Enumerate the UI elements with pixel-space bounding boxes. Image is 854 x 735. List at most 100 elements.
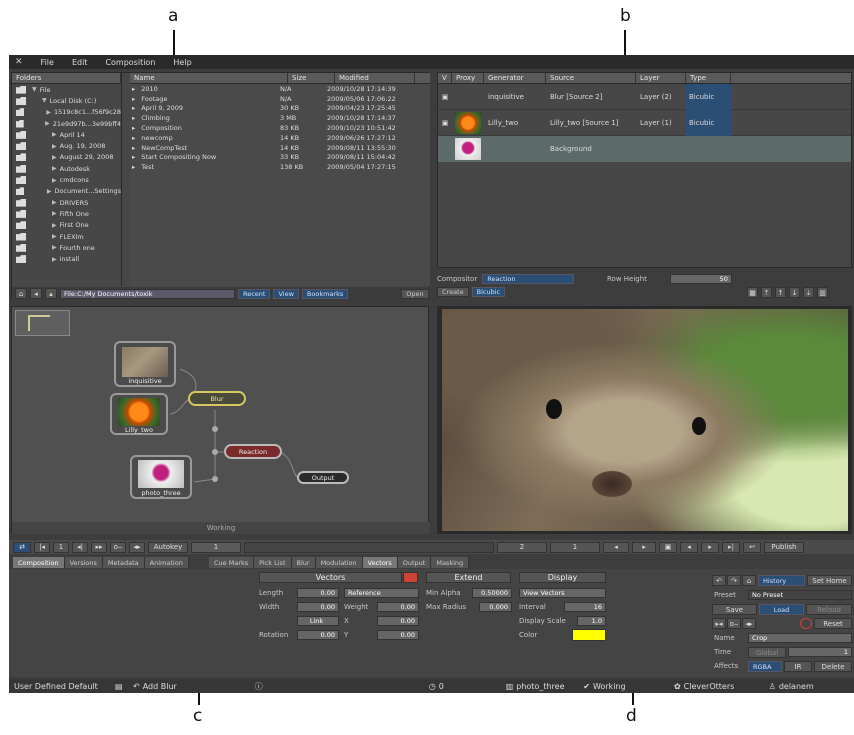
visibility-icon[interactable]: ▣	[438, 119, 452, 127]
expand-icon[interactable]: ▶	[52, 131, 57, 138]
prev-key-icon[interactable]: ◂|	[72, 541, 88, 553]
layer-row-background[interactable]: Background	[438, 136, 851, 162]
current-frame-field[interactable]: 1	[191, 541, 241, 553]
file-row[interactable]: ▸ 2010 N/A 2009/10/28 17:14:39	[130, 84, 430, 94]
folder-item[interactable]: ▶ install	[12, 253, 121, 264]
create-button[interactable]: Create	[437, 287, 469, 297]
recent-button[interactable]: Recent	[238, 288, 271, 299]
file-row[interactable]: ▸ Footage N/A 2009/05/06 17:06:22	[130, 94, 430, 104]
back-icon[interactable]: ◂	[30, 288, 42, 299]
layer-grid-icon[interactable]: ▦	[747, 287, 758, 298]
col-generator[interactable]: Generator	[484, 73, 546, 83]
global-toggle[interactable]: Global	[748, 647, 786, 658]
folder-item[interactable]: ▶ 21e9d97b...3e99bff4	[12, 118, 121, 129]
color-swatch[interactable]	[572, 629, 606, 641]
set-home-button[interactable]: Set Home	[807, 575, 852, 586]
layer-type[interactable]: Bicubic	[686, 109, 731, 136]
col-name[interactable]: Name	[130, 73, 288, 83]
row-height-field[interactable]: 50	[669, 274, 732, 284]
play-icon[interactable]: ▸	[632, 541, 656, 553]
col-proxy[interactable]: Proxy	[452, 73, 484, 83]
fit-icon[interactable]: ▸◂	[712, 618, 726, 629]
expand-icon[interactable]: ▶	[52, 222, 57, 229]
folder-item[interactable]: ▶ DRIVERS	[12, 197, 121, 208]
menu-help[interactable]: Help	[173, 58, 191, 67]
tab-output[interactable]: Output	[397, 557, 432, 568]
file-row[interactable]: ▸ April 9, 2009 30 KB 2009/04/23 17:25:45	[130, 104, 430, 114]
expand-icon[interactable]: ▶	[52, 177, 57, 184]
expand-icon[interactable]: ▶	[52, 233, 57, 240]
max-radius-field[interactable]: 0.000	[479, 602, 512, 612]
weight-field[interactable]: 0.00	[377, 602, 419, 612]
view-vectors-dropdown[interactable]: View Vectors	[519, 588, 606, 598]
undo-add-icon[interactable]: ↶	[133, 682, 140, 691]
reset-button[interactable]: Reset	[814, 618, 852, 629]
folder-item[interactable]: ▶ April 14	[12, 129, 121, 140]
publish-button[interactable]: Publish	[764, 541, 804, 553]
reload-button[interactable]: Reload	[806, 604, 852, 615]
folder-item[interactable]: ▶ cmdcons	[12, 174, 121, 185]
tab-modulation[interactable]: Modulation	[315, 557, 363, 568]
folder-item[interactable]: ▶ 1519c8c1...f56f9c28	[12, 107, 121, 118]
expand-icon[interactable]: ▶	[52, 165, 57, 172]
path-input[interactable]: File:C:/My Documents/toxik	[60, 288, 235, 299]
play-reverse-icon[interactable]: ◂	[603, 541, 629, 553]
load-button[interactable]: Load	[759, 604, 804, 615]
preset-dropdown[interactable]: No Preset	[748, 590, 852, 600]
timeline-slider[interactable]	[244, 541, 494, 553]
layer-type[interactable]: Bicubic	[686, 83, 731, 110]
rotation-field[interactable]: 0.00	[297, 630, 339, 640]
file-row[interactable]: ▸ Climbing 3 MB 2009/10/28 17:14:37	[130, 113, 430, 123]
node-photo-three[interactable]: photo_three	[130, 455, 192, 499]
col-layer[interactable]: Layer	[636, 73, 686, 83]
viewer-panel[interactable]	[437, 306, 852, 534]
bookmarks-button[interactable]: Bookmarks	[301, 288, 349, 299]
file-row[interactable]: ▸ Test 138 KB 2009/05/04 17:27:15	[130, 162, 430, 172]
schematic-panel[interactable]: inquisitive Lilly_two photo_three Blur R…	[11, 306, 430, 534]
start-frame-field[interactable]: 2	[497, 541, 547, 553]
expand-icon[interactable]: ▶	[45, 120, 50, 127]
compositor-dropdown[interactable]: Reaction	[482, 274, 575, 284]
history-button[interactable]: History	[758, 575, 805, 586]
folder-item[interactable]: ▶ Fifth One	[12, 208, 121, 219]
next-key-icon[interactable]: ◂▸	[129, 541, 145, 553]
view-button[interactable]: View	[273, 288, 299, 299]
folder-item[interactable]: ▶ Document...Settings	[12, 186, 121, 197]
expand-icon[interactable]: ▶	[46, 109, 51, 116]
node-inquisitive[interactable]: inquisitive	[114, 341, 176, 387]
file-row[interactable]: ▸ Start Compositing Now 33 KB 2009/08/11 15…	[130, 153, 430, 163]
tab-versions[interactable]: Versions	[64, 557, 103, 568]
col-modified[interactable]: Modified	[335, 73, 415, 83]
link-toggle[interactable]: Link	[297, 616, 339, 626]
end-frame-field[interactable]: 1	[550, 541, 600, 553]
folder-item[interactable]: ▶ Fourth one	[12, 242, 121, 253]
y-field[interactable]: 0.00	[377, 630, 419, 640]
expand-icon[interactable]: ◂▸	[742, 618, 756, 629]
file-row[interactable]: ▸ NewCompTest 14 KB 2009/08/11 13:55:30	[130, 143, 430, 153]
layer-row[interactable]: ▣ inquisitive Blur [Source 2] Layer (2) …	[438, 83, 851, 110]
key-icon[interactable]: o‒	[110, 541, 126, 553]
expand-icon[interactable]: ▼	[42, 97, 47, 104]
tab-pick-list[interactable]: Pick List	[254, 557, 292, 568]
disable-icon[interactable]	[403, 572, 418, 583]
col-source[interactable]: Source	[546, 73, 636, 83]
delete-button[interactable]: Delete	[814, 661, 852, 672]
ir-toggle[interactable]: IR	[784, 661, 812, 672]
autokey-button[interactable]: Autokey	[148, 541, 188, 553]
redo-icon[interactable]: ↷	[727, 575, 741, 586]
save-button[interactable]: Save	[712, 604, 757, 615]
reset-icon[interactable]	[800, 618, 812, 629]
open-button[interactable]: Open	[401, 288, 429, 299]
loop-icon[interactable]: ↩	[743, 541, 761, 553]
home-history-icon[interactable]: ⌂	[742, 575, 756, 586]
bicubic-dropdown[interactable]: Bicubic	[471, 287, 506, 297]
move-down-icon[interactable]: ↓	[789, 287, 800, 298]
name-field[interactable]: Crop	[748, 633, 852, 643]
expand-icon[interactable]: ▶	[52, 143, 57, 150]
tab-animation[interactable]: Animation	[144, 557, 189, 568]
tab-metadata[interactable]: Metadata	[102, 557, 145, 568]
step-icon[interactable]: ▸▸	[91, 541, 107, 553]
width-field[interactable]: 0.00	[297, 602, 339, 612]
tab-composition[interactable]: Composition	[13, 557, 65, 568]
node-reaction[interactable]: Reaction	[224, 444, 282, 459]
